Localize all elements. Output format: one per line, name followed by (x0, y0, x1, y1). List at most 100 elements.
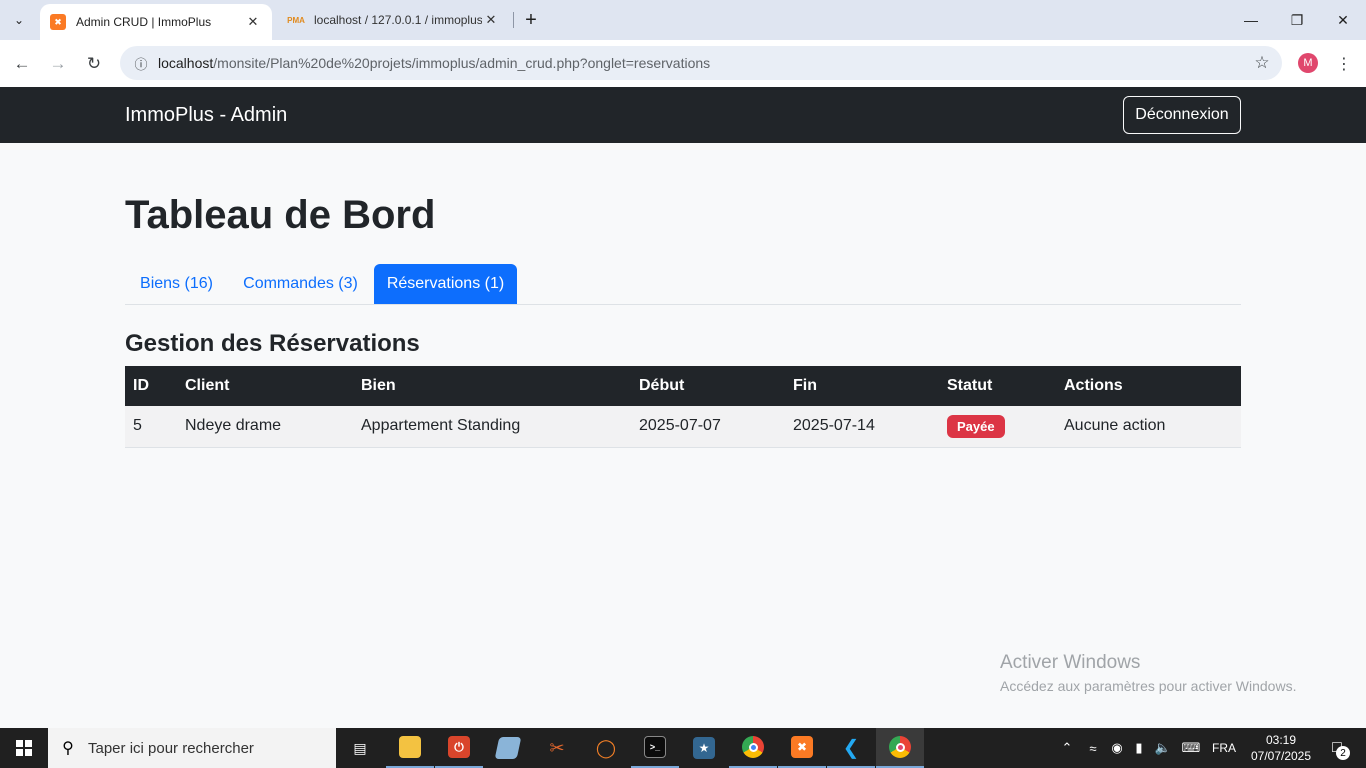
close-icon[interactable]: ✕ (482, 11, 500, 29)
site-info-icon[interactable]: ⓘ (124, 54, 158, 73)
chrome-profile-icon (889, 736, 911, 758)
chrome-icon (742, 736, 764, 758)
browser-toolbar: ← → ↻ ⓘ localhost/monsite/Plan%20de%20pr… (0, 40, 1366, 87)
cell-statut: Payée (939, 406, 1056, 448)
power-icon: ⏻ (448, 736, 470, 758)
reload-button[interactable]: ↻ (80, 50, 108, 78)
task-view-button[interactable]: ▤ (336, 728, 384, 768)
column-header-id: ID (125, 366, 177, 406)
forward-button[interactable]: → (44, 50, 72, 78)
tab-title: localhost / 127.0.0.1 / immoplus (314, 13, 482, 27)
arrow-left-icon: ← (13, 54, 31, 73)
vscode-icon: ❮ (842, 736, 860, 759)
cell-id: 5 (125, 406, 177, 448)
phpmyadmin-icon: PMA (287, 15, 305, 25)
top-navbar: ImmoPlus - Admin Déconnexion (0, 87, 1366, 143)
taskbar-xampp[interactable]: ✖ (778, 728, 826, 768)
section-title: Gestion des Réservations (125, 330, 420, 357)
search-placeholder: Taper ici pour rechercher (88, 739, 254, 757)
taskbar-app-notes[interactable] (484, 728, 532, 768)
table-header-row: ID Client Bien Début Fin Statut Actions (125, 366, 1241, 406)
taskbar-clock[interactable]: 03:19 07/07/2025 (1246, 732, 1316, 764)
taskbar-file-explorer[interactable] (386, 728, 434, 768)
cell-actions: Aucune action (1056, 406, 1241, 448)
watermark-title: Activer Windows (1000, 652, 1141, 673)
browser-tab-phpmyadmin[interactable]: PMA localhost / 127.0.0.1 / immoplus ✕ (278, 0, 510, 40)
url-path: /monsite/Plan%20de%20projets/immoplus/ad… (213, 55, 711, 71)
close-icon: ✕ (1337, 11, 1349, 28)
task-view-icon: ▤ (353, 739, 367, 756)
column-header-debut: Début (631, 366, 785, 406)
windows-activation-watermark: Activer Windows Accédez aux paramètres p… (1000, 652, 1296, 694)
restore-icon: ❐ (1290, 11, 1304, 28)
logout-button[interactable]: Déconnexion (1123, 96, 1241, 134)
battery-icon[interactable]: ▮ (1128, 728, 1150, 768)
taskbar-app-red[interactable]: ⏻ (435, 728, 483, 768)
tab-separator (513, 12, 514, 28)
windows-logo-icon (16, 740, 32, 756)
window-close-button[interactable]: ✕ (1320, 0, 1366, 40)
address-bar[interactable]: ⓘ localhost/monsite/Plan%20de%20projets/… (120, 46, 1282, 80)
page-title: Tableau de Bord (125, 193, 436, 237)
arrow-right-icon: → (49, 54, 67, 73)
plus-icon: + (525, 8, 537, 31)
reservations-table: ID Client Bien Début Fin Statut Actions … (125, 366, 1241, 448)
watermark-subtitle: Accédez aux paramètres pour activer Wind… (1000, 678, 1297, 694)
tab-commandes[interactable]: Commandes (3) (228, 264, 373, 304)
chevron-down-icon: ⌄ (13, 13, 25, 27)
taskbar-terminal[interactable]: >_ (631, 728, 679, 768)
cell-bien: Appartement Standing (353, 406, 631, 448)
scissors-icon: ✂ (549, 737, 565, 758)
minimize-button[interactable]: — (1228, 0, 1274, 40)
navbar-brand[interactable]: ImmoPlus - Admin (125, 104, 287, 127)
bookmark-star-icon[interactable]: ☆ (1242, 53, 1282, 73)
tab-reservations[interactable]: Réservations (1) (374, 264, 517, 304)
notes-icon (494, 737, 522, 759)
cell-debut: 2025-07-07 (631, 406, 785, 448)
taskbar-app-eclipse[interactable]: ◯ (582, 728, 630, 768)
search-icon: ⚲ (62, 740, 74, 757)
volume-icon[interactable]: 🔈 (1152, 728, 1174, 768)
terminal-icon: >_ (644, 736, 666, 758)
clock-date: 07/07/2025 (1250, 749, 1312, 763)
close-icon[interactable]: ✕ (244, 13, 262, 31)
cell-fin: 2025-07-14 (785, 406, 939, 448)
url-host: localhost (158, 55, 214, 71)
tab-biens[interactable]: Biens (16) (125, 264, 228, 304)
tab-title: Admin CRUD | ImmoPlus (76, 15, 212, 29)
table-row: 5 Ndeye drame Appartement Standing 2025-… (125, 406, 1241, 448)
restore-button[interactable]: ❐ (1274, 0, 1320, 40)
column-header-bien: Bien (353, 366, 631, 406)
keyboard-icon[interactable]: ⌨ (1176, 728, 1206, 768)
notifications-button[interactable]: □ 2 (1320, 736, 1354, 760)
status-badge: Payée (947, 414, 1005, 438)
taskbar-postgres[interactable]: ★ (680, 728, 728, 768)
postgresql-icon: ★ (693, 737, 715, 759)
clock-time: 03:19 (1265, 733, 1297, 747)
xampp-icon: ✖ (791, 736, 813, 758)
cell-client: Ndeye drame (177, 406, 353, 448)
taskbar-chrome[interactable] (729, 728, 777, 768)
browser-menu-icon[interactable]: ⋮ (1334, 50, 1354, 78)
taskbar-app-snip[interactable]: ✂ (533, 728, 581, 768)
browser-tab-admin[interactable]: ✖ Admin CRUD | ImmoPlus ✕ (40, 4, 272, 40)
language-indicator[interactable]: FRA (1208, 728, 1240, 768)
tab-search-button[interactable]: ⌄ (6, 8, 32, 32)
new-tab-button[interactable]: + (520, 8, 542, 32)
taskbar-chrome-profile[interactable] (876, 728, 924, 768)
back-button[interactable]: ← (8, 50, 36, 78)
url-text[interactable]: localhost/monsite/Plan%20de%20projets/im… (158, 55, 1242, 71)
windows-taskbar: ⚲ Taper ici pour rechercher ▤ ⏻ ✂ ◯ >_ ★… (0, 728, 1366, 768)
folder-icon (399, 736, 421, 758)
xampp-icon: ✖ (50, 14, 66, 30)
profile-avatar[interactable]: M (1298, 53, 1318, 73)
dashboard-tabs: Biens (16) Commandes (3) Réservations (1… (125, 264, 1241, 305)
webcam-icon[interactable]: ◉ (1106, 728, 1128, 768)
start-button[interactable] (0, 728, 48, 768)
browser-tabstrip: ⌄ ✖ Admin CRUD | ImmoPlus ✕ PMA localhos… (0, 0, 1366, 40)
network-icon[interactable]: ≈ (1082, 728, 1104, 768)
show-hidden-icons-button[interactable]: ⌃ (1056, 728, 1078, 768)
minimize-icon: — (1244, 12, 1258, 28)
taskbar-vscode[interactable]: ❮ (827, 728, 875, 768)
taskbar-search-box[interactable]: ⚲ Taper ici pour rechercher (48, 728, 336, 768)
